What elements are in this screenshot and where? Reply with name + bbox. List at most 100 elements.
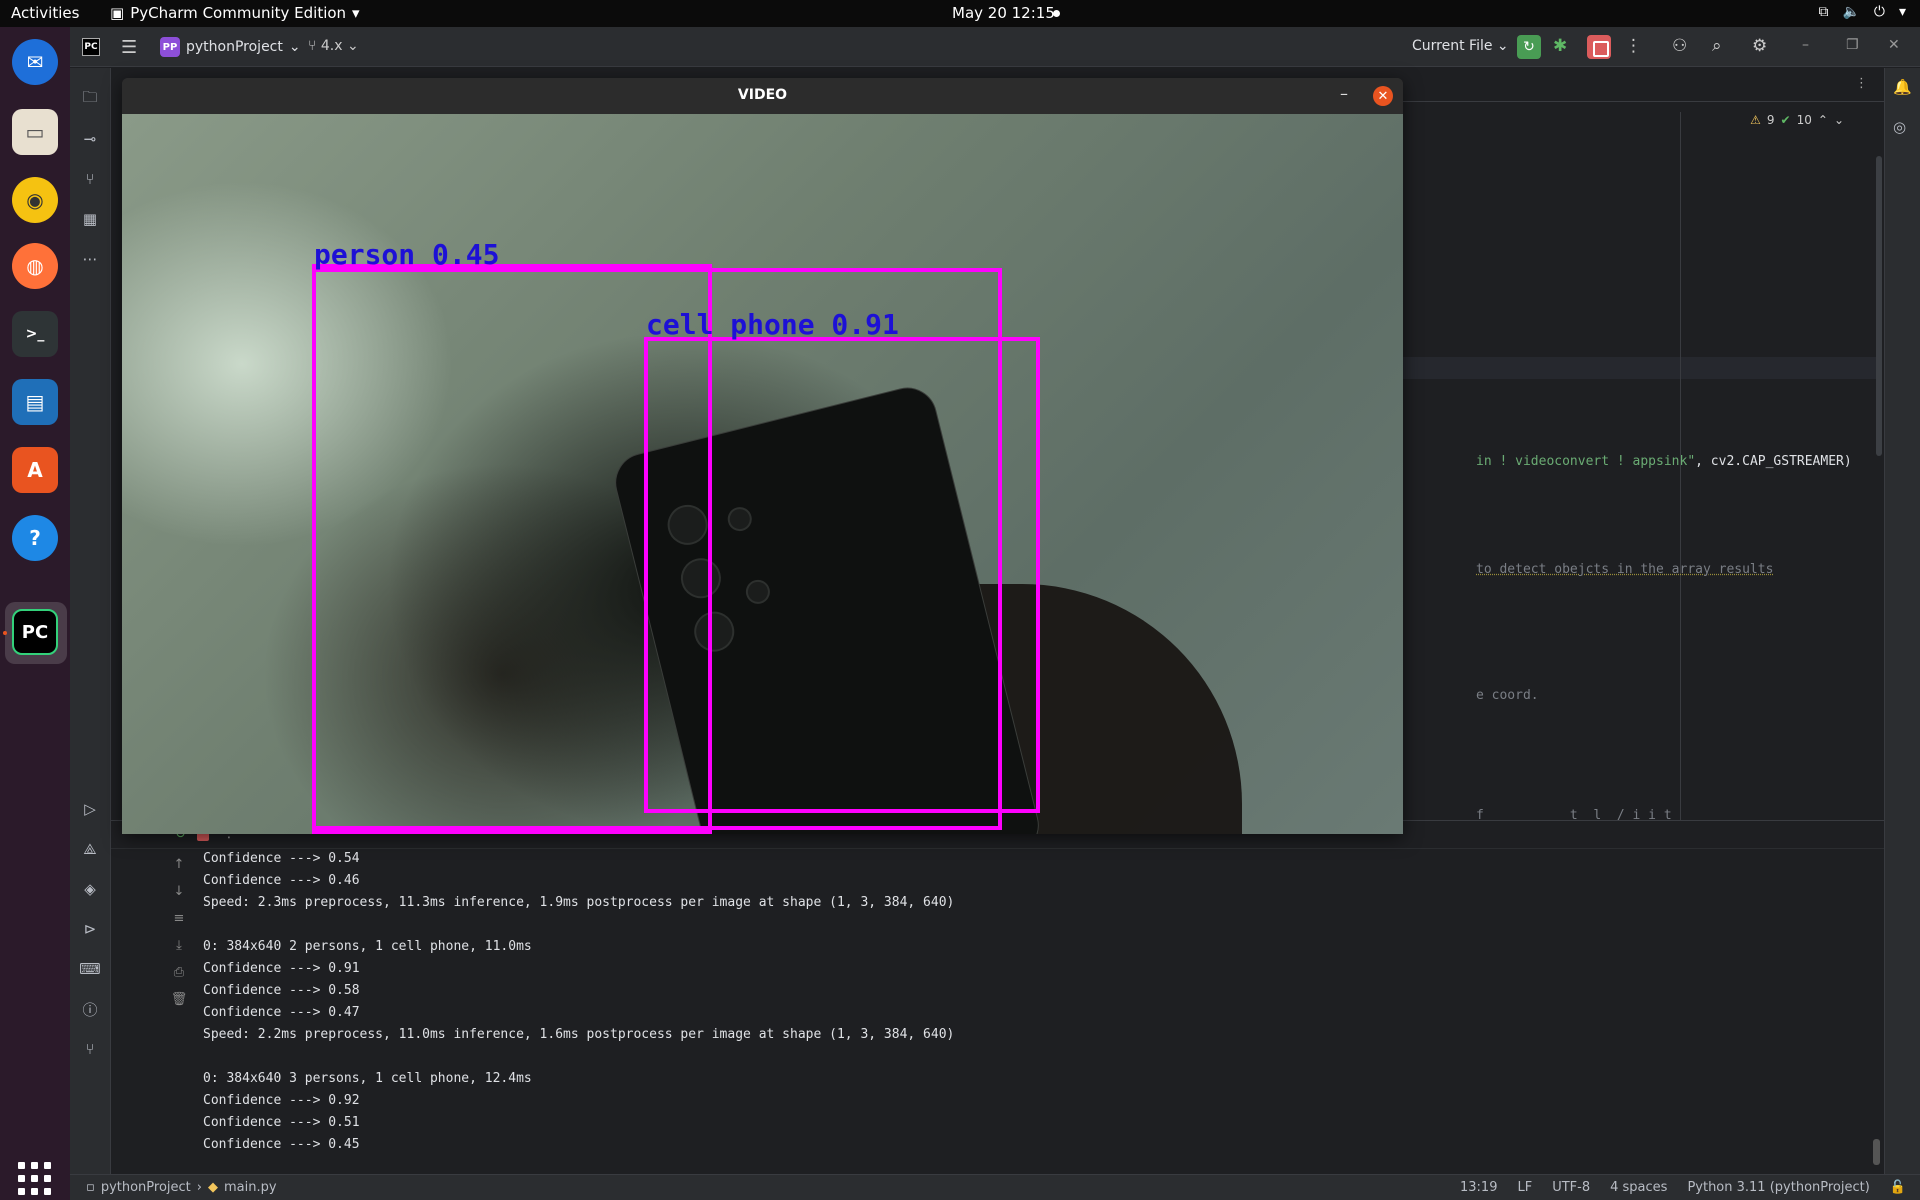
console-line: Confidence ---> 0.92: [203, 1093, 360, 1108]
app-menu[interactable]: ▣ PyCharm Community Edition ▾: [110, 4, 360, 22]
video-titlebar[interactable]: VIDEO – ✕: [122, 78, 1403, 114]
more-actions-icon[interactable]: ⋮: [1625, 36, 1642, 56]
gear-icon[interactable]: ⚙: [1752, 36, 1767, 56]
branch-icon: ⑂: [308, 38, 317, 54]
video-frame: person 0.45 cell phone 0.91: [122, 114, 1403, 834]
debug-icon[interactable]: ✱: [1553, 36, 1567, 56]
app-menu-label: PyCharm Community Edition: [130, 4, 347, 22]
code-line: in ! videoconvert ! appsink", cv2.CAP_GS…: [1476, 454, 1852, 469]
console-line: Confidence ---> 0.91: [203, 961, 360, 976]
python-packages-icon[interactable]: ◈: [79, 878, 101, 900]
video-title: VIDEO: [737, 87, 788, 103]
video-window[interactable]: VIDEO – ✕ person 0.45 cell phone 0.91: [122, 78, 1403, 834]
chevron-right-icon: ›: [196, 1180, 202, 1195]
chevron-down-icon[interactable]: ⌄: [1834, 113, 1844, 127]
project-folder-icon[interactable]: 🗀: [79, 88, 101, 110]
clear-icon[interactable]: 🗑: [169, 992, 189, 1019]
chevron-down-icon: ⌄: [1496, 38, 1509, 54]
pull-requests-icon[interactable]: ⑂: [79, 168, 101, 190]
rhythmbox-icon[interactable]: ◉: [12, 177, 58, 223]
scroll-to-end-icon[interactable]: ⤓: [169, 938, 189, 965]
print-icon[interactable]: ⎙: [169, 965, 189, 992]
console-line: Speed: 2.3ms preprocess, 11.3ms inferenc…: [203, 895, 955, 910]
indent-setting[interactable]: 4 spaces: [1610, 1180, 1667, 1195]
show-apps-icon[interactable]: [18, 1162, 52, 1196]
commit-icon[interactable]: ⊸: [79, 128, 101, 150]
chevron-down-icon: ⌄: [346, 38, 359, 54]
python-console-icon[interactable]: ⟁: [79, 838, 101, 860]
line-separator[interactable]: LF: [1517, 1180, 1532, 1195]
project-name: pythonProject: [186, 39, 283, 55]
python-file-icon: ◆: [207, 1180, 218, 1195]
git-icon[interactable]: ⑂: [79, 1038, 101, 1060]
status-widgets: 13:19 LF UTF-8 4 spaces Python 3.11 (pyt…: [1460, 1180, 1906, 1195]
close-icon[interactable]: ✕: [1888, 37, 1900, 53]
services-icon[interactable]: ⊳: [79, 918, 101, 940]
interpreter-selector[interactable]: Python 3.11 (pythonProject): [1687, 1180, 1869, 1195]
app-center-icon[interactable]: A: [12, 447, 58, 493]
system-tray[interactable]: ⧉ 🔈 ⏻ ▾: [1818, 4, 1906, 20]
console-output[interactable]: Confidence ---> 0.54 Confidence ---> 0.4…: [203, 848, 1853, 1156]
console-line: Confidence ---> 0.47: [203, 1005, 360, 1020]
project-widget[interactable]: PP pythonProject ⌄: [160, 37, 301, 57]
network-icon: ⧉: [1818, 4, 1829, 20]
chevron-down-icon: ⌄: [288, 39, 301, 55]
dock: ✉ ▭ ◉ ◍ >_ ▤ A ? PC: [0, 27, 70, 1200]
scroll-down-icon[interactable]: ↓: [169, 884, 189, 911]
chevron-down-icon: ▾: [352, 4, 360, 22]
console-line: Confidence ---> 0.54: [203, 851, 360, 866]
project-icon: ▫: [86, 1180, 95, 1195]
chevron-down-icon: ▾: [1898, 4, 1906, 20]
console-line: Confidence ---> 0.46: [203, 873, 360, 888]
clock[interactable]: May 20 12:15: [952, 4, 1055, 22]
ai-assistant-icon[interactable]: ◎: [1893, 118, 1906, 136]
help-icon[interactable]: ?: [12, 515, 58, 561]
close-icon[interactable]: ✕: [1373, 86, 1393, 106]
file-encoding[interactable]: UTF-8: [1552, 1180, 1590, 1195]
minimize-icon[interactable]: –: [1802, 37, 1809, 53]
pycharm-icon[interactable]: PC: [12, 609, 58, 655]
soft-wrap-icon[interactable]: ≡: [169, 911, 189, 938]
breadcrumb-file[interactable]: main.py: [224, 1180, 277, 1195]
firefox-icon[interactable]: ◍: [12, 243, 58, 289]
right-tool-strip: 🔔 ◎: [1884, 68, 1920, 1174]
minimize-icon[interactable]: –: [1340, 84, 1348, 103]
left-tool-strip: 🗀 ⊸ ⑂ ▦ ⋯ ▷ ⟁ ◈ ⊳ ⌨ ⓘ ⑂: [70, 68, 111, 1174]
code-text: , cv2.CAP_GSTREAMER): [1695, 454, 1852, 469]
run-tool-icon[interactable]: ▷: [79, 798, 101, 820]
notifications-icon[interactable]: 🔔: [1893, 78, 1912, 96]
console-line: Confidence ---> 0.45: [203, 1137, 360, 1152]
stop-button[interactable]: [1587, 35, 1611, 59]
problems-icon[interactable]: ⓘ: [79, 998, 101, 1020]
tab-actions-icon[interactable]: ⋮: [1855, 76, 1868, 91]
pycharm-logo: PC: [82, 38, 100, 56]
structure-icon[interactable]: ▦: [79, 208, 101, 230]
main-menu-icon[interactable]: ☰: [121, 37, 137, 58]
run-config-label: Current File: [1412, 38, 1493, 54]
files-icon[interactable]: ▭: [12, 109, 58, 155]
vcs-branch-widget[interactable]: ⑂ 4.x ⌄: [308, 38, 359, 54]
thunderbird-icon[interactable]: ✉: [12, 39, 58, 85]
restore-icon[interactable]: ❐: [1846, 37, 1859, 53]
chevron-up-icon[interactable]: ⌃: [1818, 113, 1828, 127]
more-tools-icon[interactable]: ⋯: [79, 248, 101, 270]
search-icon[interactable]: ⌕: [1712, 36, 1722, 56]
unlock-icon[interactable]: 🔓: [1890, 1180, 1906, 1195]
code-comment: to detect obejcts in the array results: [1476, 562, 1774, 577]
caret-position[interactable]: 13:19: [1460, 1180, 1497, 1195]
terminal-icon[interactable]: ⌨: [79, 958, 101, 980]
activities-button[interactable]: Activities: [11, 4, 79, 22]
inspection-widget[interactable]: ⚠ 9 ✔ 10 ⌃ ⌄: [1750, 113, 1844, 127]
rerun-button[interactable]: ↻: [1517, 35, 1541, 59]
writer-icon[interactable]: ▤: [12, 379, 58, 425]
add-user-icon[interactable]: ⚇: [1672, 36, 1687, 56]
editor-scrollbar[interactable]: [1876, 156, 1882, 456]
warning-count: 9: [1766, 113, 1775, 127]
terminal-icon[interactable]: >_: [12, 311, 58, 357]
console-line: 0: 384x640 2 persons, 1 cell phone, 11.0…: [203, 939, 532, 954]
console-scrollbar[interactable]: [1873, 1139, 1880, 1165]
scroll-up-icon[interactable]: ↑: [169, 857, 189, 884]
run-config-selector[interactable]: Current File ⌄: [1412, 38, 1509, 54]
breadcrumb-project[interactable]: pythonProject: [101, 1180, 191, 1195]
